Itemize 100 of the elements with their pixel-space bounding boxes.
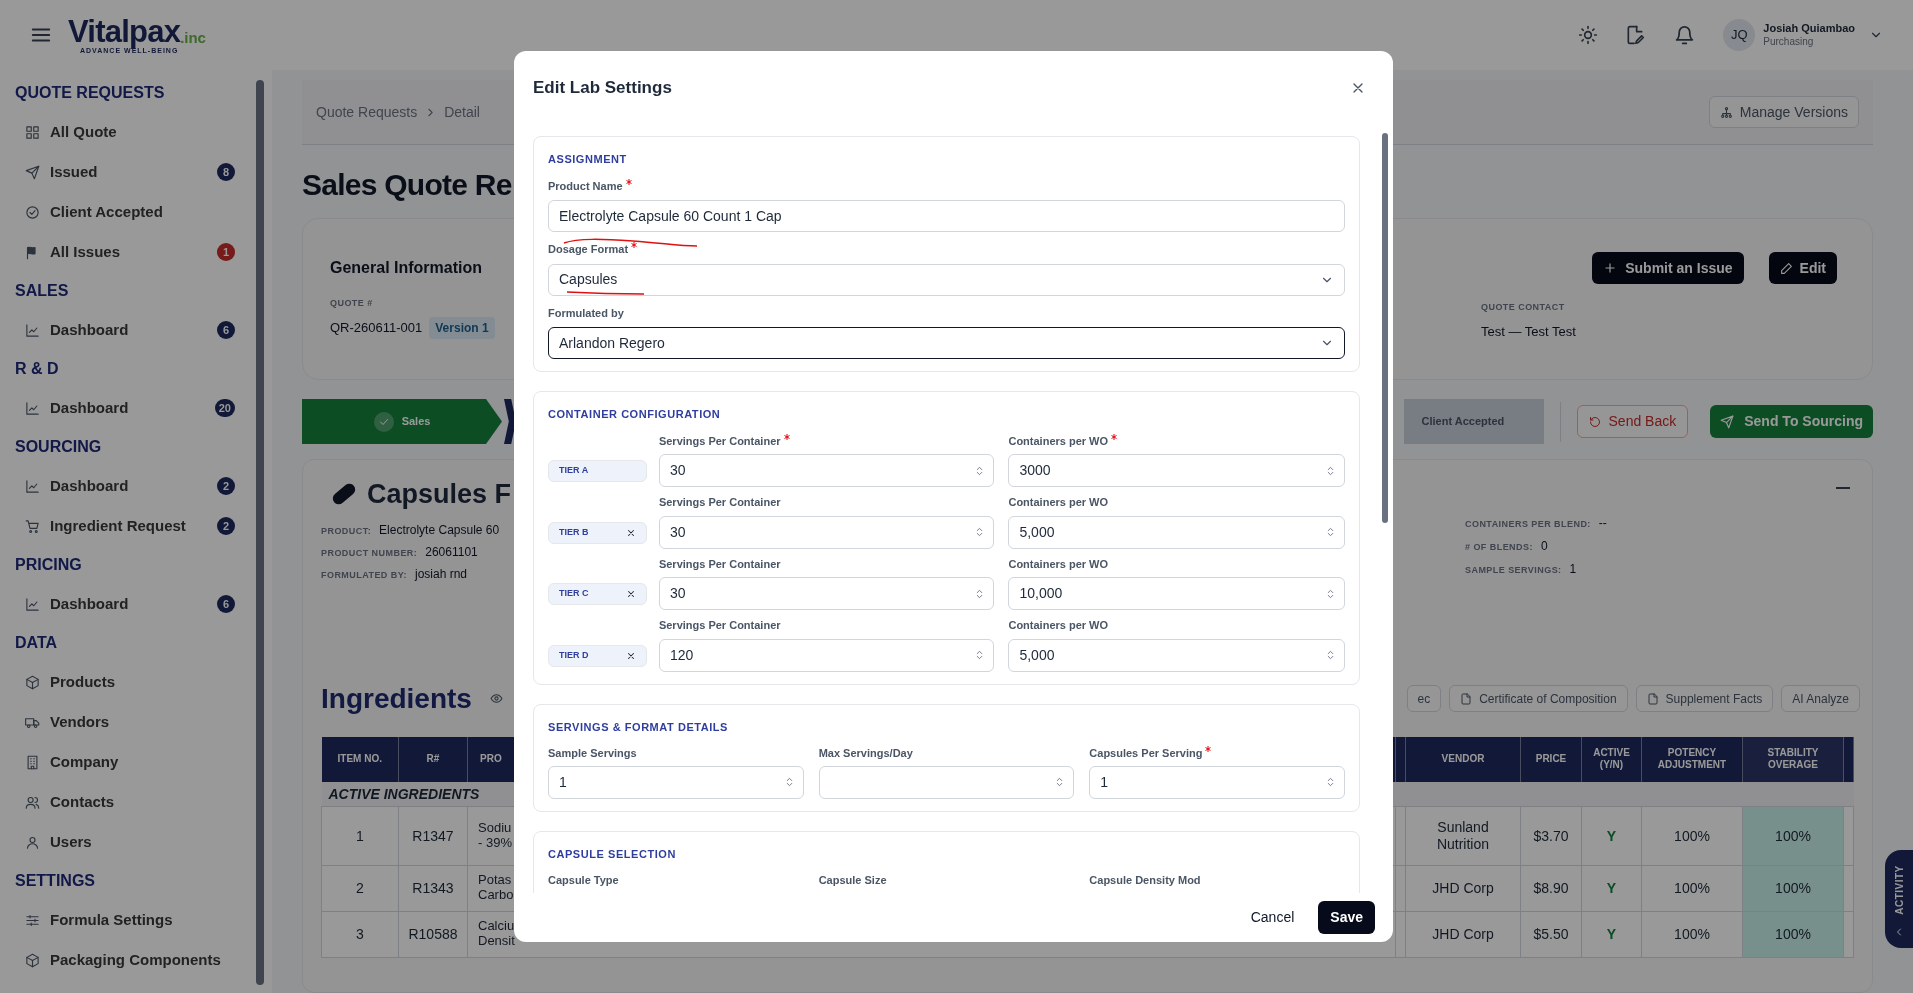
table-cell: Sodiu - 39% (478, 819, 512, 850)
count-badge: 2 (217, 477, 235, 495)
field-label: Capsule Type (548, 873, 619, 888)
avatar[interactable]: JQ (1723, 19, 1756, 51)
sidebar-scrollbar[interactable] (256, 80, 264, 985)
field-label: Servings Per Container (658, 618, 781, 633)
users-icon (25, 794, 40, 810)
count-badge: 8 (217, 163, 235, 181)
table-cell: $3.70 (1520, 806, 1582, 866)
column-header: R# (398, 736, 468, 782)
table-cell: 2 (321, 865, 399, 912)
number-field[interactable]: 3000 (1008, 454, 1345, 487)
field-value: Electrolyte Capsule 60 (379, 521, 500, 539)
activity-tab[interactable]: ACTIVITY (1885, 850, 1913, 948)
remove-tier-button[interactable] (625, 650, 636, 661)
table-cell: JHD Corp (1405, 911, 1521, 958)
field-label: Servings Per Container (658, 495, 781, 510)
sidebar-item[interactable]: Issued 8 (15, 152, 257, 192)
sidebar-item[interactable]: Company (15, 742, 257, 782)
sidebar-item[interactable]: Ingredient Request 2 (15, 506, 257, 546)
field-label: Servings Per Container (658, 433, 781, 449)
workflow-step[interactable]: Client Accepted (1403, 399, 1544, 444)
dialog-title: Edit Lab Settings (533, 77, 672, 100)
sidebar-section-title: SETTINGS (15, 871, 96, 891)
table-cell: Potas Carbo (478, 872, 514, 902)
number-field[interactable]: 1 (548, 765, 804, 799)
theme-toggle-button[interactable] (1578, 25, 1599, 45)
required-asterisk-icon (1111, 433, 1118, 440)
number-field[interactable]: 1 (1089, 765, 1345, 799)
table-cell: 100% (1641, 806, 1743, 866)
send-to-sourcing-button[interactable]: Send To Sourcing (1710, 405, 1873, 438)
required-asterisk-icon (783, 433, 790, 440)
sidebar-item[interactable]: Packaging Components (15, 940, 257, 980)
field-value: 0 (1540, 538, 1548, 555)
save-button[interactable]: Save (1318, 901, 1375, 934)
remove-tier-button[interactable] (625, 589, 636, 599)
sidebar-item[interactable]: Dashboard 6 (15, 584, 257, 624)
table-cell: $5.50 (1520, 911, 1582, 958)
number-field[interactable]: 30 (658, 577, 995, 610)
workflow-step[interactable]: Sales (302, 399, 502, 444)
field-label: SAMPLE SERVINGS: (1465, 564, 1562, 577)
sidebar-item[interactable]: Products (15, 662, 257, 702)
cancel-button[interactable]: Cancel (1242, 901, 1303, 934)
sidebar-item[interactable]: Users (15, 822, 257, 862)
submit-issue-button[interactable]: Submit an Issue (1592, 252, 1744, 284)
number-field[interactable]: 5,000 (1008, 515, 1345, 549)
sidebar-item[interactable]: All Issues 1 (15, 232, 257, 272)
column-header: POTENCY ADJUSTMENT (1641, 736, 1743, 782)
field-label: # OF BLENDS: (1465, 541, 1533, 554)
breadcrumb-link[interactable]: Quote Requests (316, 101, 418, 123)
number-field[interactable]: 10,000 (1008, 577, 1345, 610)
table-cell: 1 (321, 806, 399, 866)
sliders-icon (25, 912, 40, 928)
table-cell: 100% (1641, 911, 1743, 958)
notifications-button[interactable] (1674, 24, 1696, 46)
sidebar-item[interactable]: Client Accepted (15, 192, 257, 232)
sidebar-item[interactable]: Vendors (15, 702, 257, 742)
edit-button[interactable]: Edit (1768, 252, 1837, 284)
sidebar-item[interactable]: All Quote (15, 112, 257, 152)
sidebar-item[interactable]: Dashboard 6 (15, 310, 257, 350)
sidebar-item[interactable]: Formula Settings (15, 900, 257, 940)
select-field[interactable]: Capsules (548, 263, 1345, 296)
cube-icon (25, 952, 40, 968)
field-label: Max Servings/Day (818, 746, 913, 761)
table-cell: R10588 (398, 911, 468, 958)
tier-chip: TIER B (548, 521, 647, 544)
number-field[interactable]: 120 (658, 638, 995, 672)
field-label: Capsules Per Serving (1089, 746, 1203, 761)
sidebar-item[interactable]: Dashboard 20 (15, 388, 257, 428)
number-field[interactable]: 5,000 (1008, 638, 1345, 672)
sidebar-item[interactable]: Contacts (15, 782, 257, 822)
document-icon (1646, 692, 1659, 705)
column-header: STABILITY OVERAGE (1742, 736, 1844, 782)
undo-icon (1588, 415, 1601, 428)
number-field[interactable] (818, 765, 1075, 799)
grid-icon (25, 124, 40, 140)
notes-button[interactable] (1625, 25, 1646, 45)
dialog-scrollbar[interactable] (1382, 133, 1388, 523)
number-field[interactable]: 30 (658, 515, 995, 549)
table-cell: 100% (1641, 865, 1743, 912)
required-asterisk-icon (625, 178, 632, 185)
remove-tier-button[interactable] (625, 527, 636, 538)
chart-icon (25, 322, 40, 338)
count-badge: 2 (217, 517, 235, 535)
table-cell: $8.90 (1520, 865, 1582, 912)
field-label: PRODUCT NUMBER: (321, 546, 418, 560)
count-badge: 1 (217, 243, 235, 261)
sidebar-item[interactable]: Dashboard 2 (15, 466, 257, 506)
breadcrumb-link[interactable]: Detail (444, 101, 480, 123)
sidebar-section-title: R & D (15, 359, 60, 379)
table-cell: R1343 (398, 865, 468, 912)
field-label: Sample Servings (548, 746, 637, 761)
sidebar-section-title: DATA (15, 633, 59, 653)
sidebar-section-title: QUOTE REQUESTS (15, 83, 166, 103)
number-field[interactable]: 30 (658, 454, 995, 487)
table-cell: R1347 (398, 806, 468, 866)
column-header: ACTIVE (Y/N) (1581, 736, 1642, 782)
text-field[interactable]: Electrolyte Capsule 60 Count 1 Cap (548, 200, 1345, 232)
select-field[interactable]: Arlandon Regero (548, 327, 1345, 359)
field-label: Capsule Density Mod (1089, 873, 1201, 888)
